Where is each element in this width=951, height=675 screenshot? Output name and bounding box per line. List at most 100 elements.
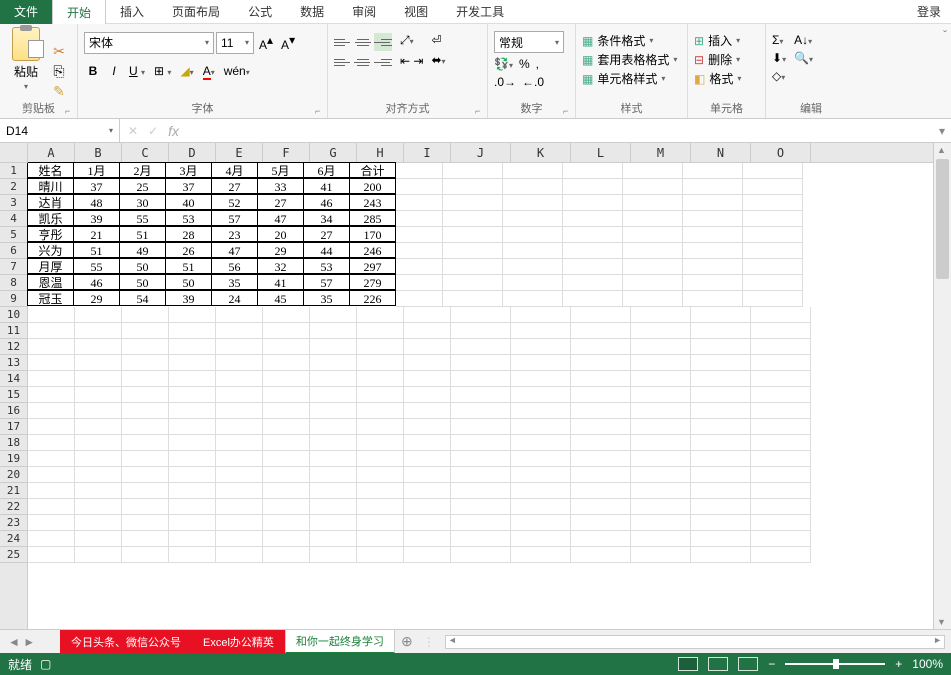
- cell[interactable]: [28, 483, 75, 499]
- cell[interactable]: [169, 499, 216, 515]
- cell[interactable]: [631, 387, 691, 403]
- select-all-corner[interactable]: [0, 143, 28, 163]
- cell[interactable]: [683, 195, 743, 211]
- cell[interactable]: [310, 451, 357, 467]
- cell[interactable]: [691, 355, 751, 371]
- cell[interactable]: [571, 323, 631, 339]
- cell[interactable]: [571, 355, 631, 371]
- cell[interactable]: [511, 531, 571, 547]
- cell[interactable]: [169, 403, 216, 419]
- cell[interactable]: [511, 419, 571, 435]
- cell[interactable]: [691, 339, 751, 355]
- cell[interactable]: [263, 371, 310, 387]
- cell[interactable]: [631, 339, 691, 355]
- row-header-19[interactable]: 19: [0, 451, 27, 467]
- cell[interactable]: [751, 419, 811, 435]
- cell[interactable]: 50: [119, 258, 166, 274]
- cell[interactable]: [631, 515, 691, 531]
- cell[interactable]: [623, 179, 683, 195]
- cell[interactable]: [357, 371, 404, 387]
- cell[interactable]: [263, 483, 310, 499]
- cell[interactable]: [122, 419, 169, 435]
- cell[interactable]: 39: [73, 210, 120, 226]
- cell[interactable]: [691, 515, 751, 531]
- cell[interactable]: [563, 227, 623, 243]
- find-select-button[interactable]: 🔍▾: [794, 51, 813, 65]
- cell[interactable]: [443, 243, 503, 259]
- cell[interactable]: [263, 419, 310, 435]
- zoom-level[interactable]: 100%: [912, 657, 943, 671]
- cell[interactable]: [122, 531, 169, 547]
- cut-icon[interactable]: ✂: [50, 42, 68, 60]
- cell[interactable]: 24: [211, 290, 258, 306]
- macro-record-icon[interactable]: ▢: [40, 657, 51, 671]
- tab-insert[interactable]: 插入: [106, 0, 158, 24]
- cell[interactable]: [75, 355, 122, 371]
- page-layout-view-icon[interactable]: [708, 657, 728, 671]
- cell[interactable]: [451, 451, 511, 467]
- cell[interactable]: [28, 419, 75, 435]
- cell[interactable]: 52: [211, 194, 258, 210]
- cell[interactable]: [396, 163, 443, 179]
- page-break-view-icon[interactable]: [738, 657, 758, 671]
- cell[interactable]: 恩温: [27, 274, 74, 290]
- cell[interactable]: [404, 547, 451, 563]
- cell[interactable]: [169, 531, 216, 547]
- cell[interactable]: [751, 403, 811, 419]
- cell[interactable]: [511, 307, 571, 323]
- cell[interactable]: 53: [303, 258, 350, 274]
- cell[interactable]: [571, 531, 631, 547]
- cell[interactable]: [263, 387, 310, 403]
- cell[interactable]: [122, 403, 169, 419]
- cell[interactable]: [122, 499, 169, 515]
- font-size-select[interactable]: 11▾: [216, 32, 254, 54]
- cell[interactable]: [263, 515, 310, 531]
- cell[interactable]: 37: [165, 178, 212, 194]
- cell[interactable]: [451, 323, 511, 339]
- sort-filter-button[interactable]: A↓▾: [794, 33, 813, 47]
- cell[interactable]: [263, 499, 310, 515]
- cell[interactable]: 4月: [211, 162, 258, 178]
- row-header-16[interactable]: 16: [0, 403, 27, 419]
- cell[interactable]: [28, 307, 75, 323]
- cell[interactable]: 32: [257, 258, 304, 274]
- cell[interactable]: [743, 243, 803, 259]
- expand-formula-icon[interactable]: ▾: [933, 124, 951, 138]
- cell[interactable]: [28, 323, 75, 339]
- cell[interactable]: [443, 211, 503, 227]
- cell[interactable]: [691, 435, 751, 451]
- cell[interactable]: [451, 499, 511, 515]
- cell[interactable]: [28, 371, 75, 387]
- cell[interactable]: 33: [257, 178, 304, 194]
- col-header-I[interactable]: I: [404, 143, 451, 162]
- cell[interactable]: [571, 467, 631, 483]
- cell[interactable]: 兴为: [27, 242, 74, 258]
- cell[interactable]: 29: [73, 290, 120, 306]
- cell[interactable]: [75, 515, 122, 531]
- col-header-F[interactable]: F: [263, 143, 310, 162]
- cell[interactable]: 34: [303, 210, 350, 226]
- cell[interactable]: [623, 227, 683, 243]
- cell[interactable]: [631, 419, 691, 435]
- cell[interactable]: [691, 307, 751, 323]
- cell[interactable]: [503, 275, 563, 291]
- cell[interactable]: 晴川: [27, 178, 74, 194]
- cell[interactable]: [571, 371, 631, 387]
- col-header-H[interactable]: H: [357, 143, 404, 162]
- orientation-button[interactable]: ⤢▾: [400, 33, 423, 48]
- cell[interactable]: 37: [73, 178, 120, 194]
- cell[interactable]: [563, 195, 623, 211]
- cell[interactable]: [357, 467, 404, 483]
- cell[interactable]: [404, 451, 451, 467]
- col-header-E[interactable]: E: [216, 143, 263, 162]
- decrease-decimal-button[interactable]: ←.0: [522, 75, 544, 89]
- comma-button[interactable]: ,: [536, 57, 539, 71]
- zoom-out-button[interactable]: −: [768, 657, 775, 671]
- cell[interactable]: [404, 419, 451, 435]
- cell[interactable]: [28, 515, 75, 531]
- cell[interactable]: [28, 451, 75, 467]
- borders-button[interactable]: ⊞ ▾: [151, 62, 174, 80]
- cell[interactable]: 41: [257, 274, 304, 290]
- phonetic-button[interactable]: wén▾: [221, 62, 253, 80]
- cell[interactable]: [443, 227, 503, 243]
